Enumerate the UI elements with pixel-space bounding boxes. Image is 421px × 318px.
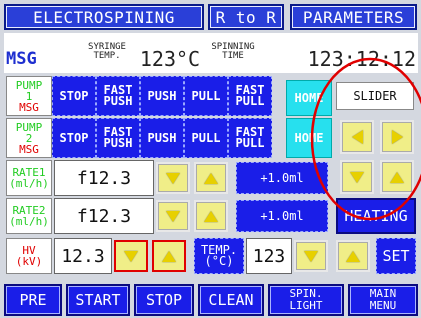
pump1-push-button[interactable]: PUSH: [140, 76, 184, 116]
hv-label-l2: (kV): [15, 255, 43, 268]
spinning-time-value: 123:12:12: [307, 47, 416, 71]
pump1-fast-pull-l2: PULL: [235, 94, 265, 108]
pump2-fast-push-l2: PUSH: [103, 136, 133, 150]
spin-light-button[interactable]: SPIN. LIGHT: [268, 284, 344, 316]
rate2-value[interactable]: f12.3: [54, 198, 154, 234]
pump1-fast-push-l2: PUSH: [103, 94, 133, 108]
pump2-label-l1: PUMP: [15, 120, 43, 134]
touch-panel-screen: ELECTROSPINING R to R PARAMETERS MSG SYR…: [0, 0, 421, 318]
pump1-pull-button[interactable]: PULL: [184, 76, 228, 116]
pump2-home-button[interactable]: HOME: [286, 118, 332, 158]
pump2-fast-pull-button[interactable]: FAST PULL: [228, 118, 272, 158]
tab-electrospinning[interactable]: ELECTROSPINING: [4, 4, 204, 30]
rate2-label: RATE2 (ml/h): [6, 198, 52, 234]
heating-button[interactable]: HEATING: [336, 198, 416, 234]
rate1-up-button[interactable]: [194, 162, 228, 194]
hv-up-button[interactable]: [152, 240, 186, 272]
slider-right-button[interactable]: [380, 120, 414, 154]
rate1-down-button[interactable]: [156, 162, 190, 194]
temp-label-l2: (°C): [204, 254, 234, 268]
pump2-label: PUMP 2 MSG: [6, 118, 52, 158]
stop-button[interactable]: STOP: [134, 284, 194, 316]
slider-label: SLIDER: [336, 82, 414, 110]
pump2-fast-pull-l2: PULL: [235, 136, 265, 150]
clean-button[interactable]: CLEAN: [198, 284, 264, 316]
pump1-stop-button[interactable]: STOP: [52, 76, 96, 116]
arrow-down-icon: [166, 172, 180, 184]
arrow-up-icon: [204, 210, 218, 222]
rate1-value[interactable]: f12.3: [54, 160, 154, 196]
hv-value[interactable]: 12.3: [54, 238, 112, 274]
slider-down-button[interactable]: [340, 160, 374, 194]
arrow-down-icon: [166, 210, 180, 222]
arrow-down-icon: [124, 250, 138, 262]
message-label: MSG: [6, 49, 37, 69]
rate1-step-button[interactable]: +1.0ml: [236, 162, 328, 194]
rate2-label-l2: (ml/h): [9, 215, 49, 228]
pump2-label-l2: 2: [25, 131, 33, 145]
pump2-label-l3: MSG: [19, 142, 39, 156]
arrow-up-icon: [204, 172, 218, 184]
pump2-push-button[interactable]: PUSH: [140, 118, 184, 158]
temp-down-button[interactable]: [294, 240, 328, 272]
pump1-label: PUMP 1 MSG: [6, 76, 52, 116]
arrow-right-icon: [391, 130, 403, 144]
temp-label: TEMP. (°C): [194, 238, 244, 274]
pump1-home-button[interactable]: HOME: [286, 80, 332, 116]
start-button[interactable]: START: [66, 284, 130, 316]
temp-value[interactable]: 123: [246, 238, 292, 274]
rate1-label-l2: (ml/h): [9, 177, 49, 190]
syringe-temp-label-l2: TEMP.: [93, 51, 121, 61]
rate1-label: RATE1 (ml/h): [6, 160, 52, 196]
syringe-temp-label: SYRINGE TEMP.: [80, 40, 134, 64]
rate2-up-button[interactable]: [194, 200, 228, 232]
pump1-fast-pull-button[interactable]: FAST PULL: [228, 76, 272, 116]
pump2-pull-button[interactable]: PULL: [184, 118, 228, 158]
slider-left-button[interactable]: [340, 120, 374, 154]
rate2-step-button[interactable]: +1.0ml: [236, 200, 328, 232]
main-menu-l2: MENU: [369, 299, 397, 312]
temp-set-button[interactable]: SET: [376, 238, 416, 274]
arrow-up-icon: [162, 250, 176, 262]
temp-up-button[interactable]: [336, 240, 370, 272]
spin-light-l2: LIGHT: [289, 299, 323, 312]
arrow-up-icon: [346, 250, 360, 262]
tab-r-to-r[interactable]: R to R: [208, 4, 284, 30]
syringe-temp-value: 123°C: [139, 47, 201, 71]
slider-up-button[interactable]: [380, 160, 414, 194]
arrow-down-icon: [350, 171, 364, 183]
pump1-label-l3: MSG: [19, 100, 39, 114]
spinning-time-label: SPINNING TIME: [206, 40, 260, 64]
hv-label: HV (kV): [6, 238, 52, 274]
pre-button[interactable]: PRE: [4, 284, 62, 316]
pump2-fast-push-button[interactable]: FAST PUSH: [96, 118, 140, 158]
main-menu-button[interactable]: MAIN MENU: [348, 284, 418, 316]
pump2-stop-button[interactable]: STOP: [52, 118, 96, 158]
hv-down-button[interactable]: [114, 240, 148, 272]
arrow-down-icon: [304, 250, 318, 262]
pump1-label-l1: PUMP: [15, 78, 43, 92]
arrow-up-icon: [390, 171, 404, 183]
arrow-left-icon: [351, 130, 363, 144]
pump1-label-l2: 1: [25, 89, 33, 103]
spinning-time-label-l2: TIME: [222, 51, 244, 61]
tab-parameters[interactable]: PARAMETERS: [290, 4, 417, 30]
rate2-down-button[interactable]: [156, 200, 190, 232]
pump1-fast-push-button[interactable]: FAST PUSH: [96, 76, 140, 116]
